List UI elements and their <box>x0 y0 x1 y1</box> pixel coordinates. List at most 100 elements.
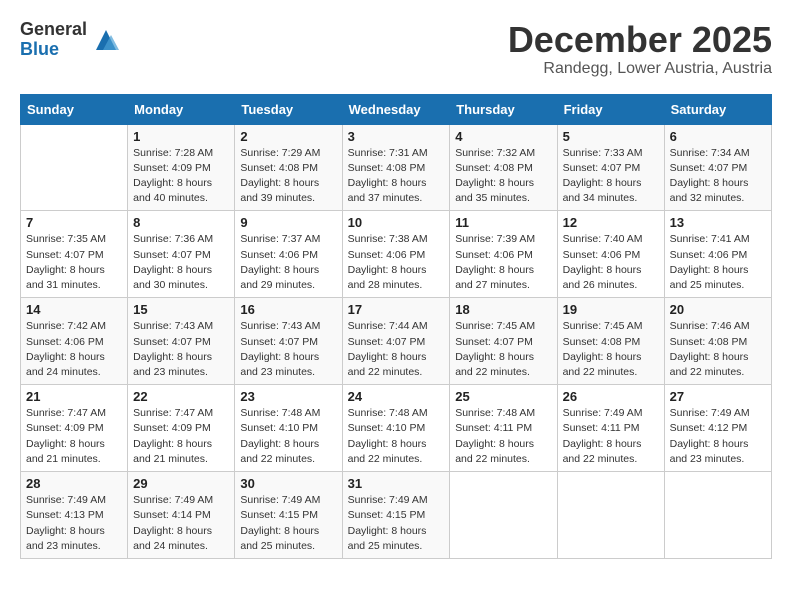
day-header-saturday: Saturday <box>664 94 771 124</box>
calendar-cell <box>450 472 557 559</box>
day-number: 17 <box>348 302 445 317</box>
calendar-cell: 9 Sunrise: 7:37 AM Sunset: 4:06 PM Daylig… <box>235 211 342 298</box>
day-info: Sunrise: 7:39 AM Sunset: 4:06 PM Dayligh… <box>455 232 551 293</box>
logo: General Blue <box>20 20 121 60</box>
month-title: December 2025 <box>508 20 772 60</box>
calendar-cell: 7 Sunrise: 7:35 AM Sunset: 4:07 PM Daylig… <box>21 211 128 298</box>
calendar-cell: 4 Sunrise: 7:32 AM Sunset: 4:08 PM Daylig… <box>450 124 557 211</box>
day-header-tuesday: Tuesday <box>235 94 342 124</box>
day-number: 21 <box>26 389 122 404</box>
day-number: 14 <box>26 302 122 317</box>
calendar-cell: 16 Sunrise: 7:43 AM Sunset: 4:07 PM Dayli… <box>235 298 342 385</box>
day-number: 15 <box>133 302 229 317</box>
calendar-cell: 31Sunrise: 7:49 AM Sunset: 4:15 PM Dayli… <box>342 472 450 559</box>
day-info: Sunrise: 7:49 AM Sunset: 4:13 PM Dayligh… <box>26 493 122 554</box>
calendar-cell: 22 Sunrise: 7:47 AM Sunset: 4:09 PM Dayli… <box>128 385 235 472</box>
day-info: Sunrise: 7:49 AM Sunset: 4:14 PM Dayligh… <box>133 493 229 554</box>
day-info: Sunrise: 7:42 AM Sunset: 4:06 PM Dayligh… <box>26 319 122 380</box>
day-number: 5 <box>563 129 659 144</box>
calendar-cell: 30 Sunrise: 7:49 AM Sunset: 4:15 PM Dayli… <box>235 472 342 559</box>
day-info: Sunrise: 7:36 AM Sunset: 4:07 PM Dayligh… <box>133 232 229 293</box>
calendar-cell: 14 Sunrise: 7:42 AM Sunset: 4:06 PM Dayli… <box>21 298 128 385</box>
calendar-cell: 26 Sunrise: 7:49 AM Sunset: 4:11 PM Dayli… <box>557 385 664 472</box>
calendar-cell: 6Sunrise: 7:34 AM Sunset: 4:07 PM Daylig… <box>664 124 771 211</box>
calendar-cell: 23Sunrise: 7:48 AM Sunset: 4:10 PM Dayli… <box>235 385 342 472</box>
calendar-cell <box>21 124 128 211</box>
day-number: 22 <box>133 389 229 404</box>
day-info: Sunrise: 7:43 AM Sunset: 4:07 PM Dayligh… <box>240 319 336 380</box>
page-header: General Blue December 2025 Randegg, Lowe… <box>20 20 772 78</box>
day-header-sunday: Sunday <box>21 94 128 124</box>
day-info: Sunrise: 7:31 AM Sunset: 4:08 PM Dayligh… <box>348 146 445 207</box>
day-number: 1 <box>133 129 229 144</box>
logo-icon <box>91 25 121 55</box>
day-number: 20 <box>670 302 766 317</box>
day-info: Sunrise: 7:40 AM Sunset: 4:06 PM Dayligh… <box>563 232 659 293</box>
calendar-cell: 21 Sunrise: 7:47 AM Sunset: 4:09 PM Dayli… <box>21 385 128 472</box>
day-info: Sunrise: 7:44 AM Sunset: 4:07 PM Dayligh… <box>348 319 445 380</box>
day-info: Sunrise: 7:32 AM Sunset: 4:08 PM Dayligh… <box>455 146 551 207</box>
calendar-cell <box>557 472 664 559</box>
day-number: 16 <box>240 302 336 317</box>
day-info: Sunrise: 7:35 AM Sunset: 4:07 PM Dayligh… <box>26 232 122 293</box>
calendar-cell: 12 Sunrise: 7:40 AM Sunset: 4:06 PM Dayli… <box>557 211 664 298</box>
day-number: 11 <box>455 215 551 230</box>
day-info: Sunrise: 7:37 AM Sunset: 4:06 PM Dayligh… <box>240 232 336 293</box>
day-info: Sunrise: 7:46 AM Sunset: 4:08 PM Dayligh… <box>670 319 766 380</box>
day-info: Sunrise: 7:49 AM Sunset: 4:12 PM Dayligh… <box>670 406 766 467</box>
calendar-cell: 28 Sunrise: 7:49 AM Sunset: 4:13 PM Dayli… <box>21 472 128 559</box>
day-number: 31 <box>348 476 445 491</box>
day-number: 9 <box>240 215 336 230</box>
day-number: 10 <box>348 215 445 230</box>
calendar-cell: 17 Sunrise: 7:44 AM Sunset: 4:07 PM Dayli… <box>342 298 450 385</box>
day-info: Sunrise: 7:47 AM Sunset: 4:09 PM Dayligh… <box>133 406 229 467</box>
calendar-cell: 3 Sunrise: 7:31 AM Sunset: 4:08 PM Daylig… <box>342 124 450 211</box>
day-info: Sunrise: 7:49 AM Sunset: 4:11 PM Dayligh… <box>563 406 659 467</box>
day-number: 27 <box>670 389 766 404</box>
day-number: 23 <box>240 389 336 404</box>
day-number: 28 <box>26 476 122 491</box>
day-header-wednesday: Wednesday <box>342 94 450 124</box>
day-header-friday: Friday <box>557 94 664 124</box>
day-number: 18 <box>455 302 551 317</box>
day-number: 8 <box>133 215 229 230</box>
day-info: Sunrise: 7:47 AM Sunset: 4:09 PM Dayligh… <box>26 406 122 467</box>
day-header-thursday: Thursday <box>450 94 557 124</box>
calendar-cell <box>664 472 771 559</box>
day-number: 25 <box>455 389 551 404</box>
calendar-cell: 10 Sunrise: 7:38 AM Sunset: 4:06 PM Dayli… <box>342 211 450 298</box>
day-info: Sunrise: 7:28 AM Sunset: 4:09 PM Dayligh… <box>133 146 229 207</box>
calendar-cell: 29Sunrise: 7:49 AM Sunset: 4:14 PM Dayli… <box>128 472 235 559</box>
day-header-monday: Monday <box>128 94 235 124</box>
day-number: 26 <box>563 389 659 404</box>
day-number: 30 <box>240 476 336 491</box>
day-info: Sunrise: 7:43 AM Sunset: 4:07 PM Dayligh… <box>133 319 229 380</box>
day-info: Sunrise: 7:33 AM Sunset: 4:07 PM Dayligh… <box>563 146 659 207</box>
day-number: 7 <box>26 215 122 230</box>
calendar-cell: 20 Sunrise: 7:46 AM Sunset: 4:08 PM Dayli… <box>664 298 771 385</box>
calendar-cell: 24 Sunrise: 7:48 AM Sunset: 4:10 PM Dayli… <box>342 385 450 472</box>
day-info: Sunrise: 7:45 AM Sunset: 4:07 PM Dayligh… <box>455 319 551 380</box>
day-info: Sunrise: 7:48 AM Sunset: 4:11 PM Dayligh… <box>455 406 551 467</box>
day-info: Sunrise: 7:38 AM Sunset: 4:06 PM Dayligh… <box>348 232 445 293</box>
calendar-cell: 27 Sunrise: 7:49 AM Sunset: 4:12 PM Dayli… <box>664 385 771 472</box>
location: Randegg, Lower Austria, Austria <box>508 60 772 78</box>
calendar-cell: 13Sunrise: 7:41 AM Sunset: 4:06 PM Dayli… <box>664 211 771 298</box>
day-info: Sunrise: 7:41 AM Sunset: 4:06 PM Dayligh… <box>670 232 766 293</box>
day-number: 4 <box>455 129 551 144</box>
calendar-cell: 19Sunrise: 7:45 AM Sunset: 4:08 PM Dayli… <box>557 298 664 385</box>
day-info: Sunrise: 7:49 AM Sunset: 4:15 PM Dayligh… <box>240 493 336 554</box>
calendar-cell: 18 Sunrise: 7:45 AM Sunset: 4:07 PM Dayli… <box>450 298 557 385</box>
day-number: 3 <box>348 129 445 144</box>
day-info: Sunrise: 7:34 AM Sunset: 4:07 PM Dayligh… <box>670 146 766 207</box>
day-number: 24 <box>348 389 445 404</box>
logo-blue: Blue <box>20 40 87 60</box>
logo-general: General <box>20 20 87 40</box>
title-block: December 2025 Randegg, Lower Austria, Au… <box>508 20 772 78</box>
day-info: Sunrise: 7:48 AM Sunset: 4:10 PM Dayligh… <box>348 406 445 467</box>
calendar-cell: 15 Sunrise: 7:43 AM Sunset: 4:07 PM Dayli… <box>128 298 235 385</box>
calendar-cell: 5 Sunrise: 7:33 AM Sunset: 4:07 PM Daylig… <box>557 124 664 211</box>
calendar-cell: 1 Sunrise: 7:28 AM Sunset: 4:09 PM Daylig… <box>128 124 235 211</box>
day-number: 12 <box>563 215 659 230</box>
calendar-cell: 11 Sunrise: 7:39 AM Sunset: 4:06 PM Dayli… <box>450 211 557 298</box>
